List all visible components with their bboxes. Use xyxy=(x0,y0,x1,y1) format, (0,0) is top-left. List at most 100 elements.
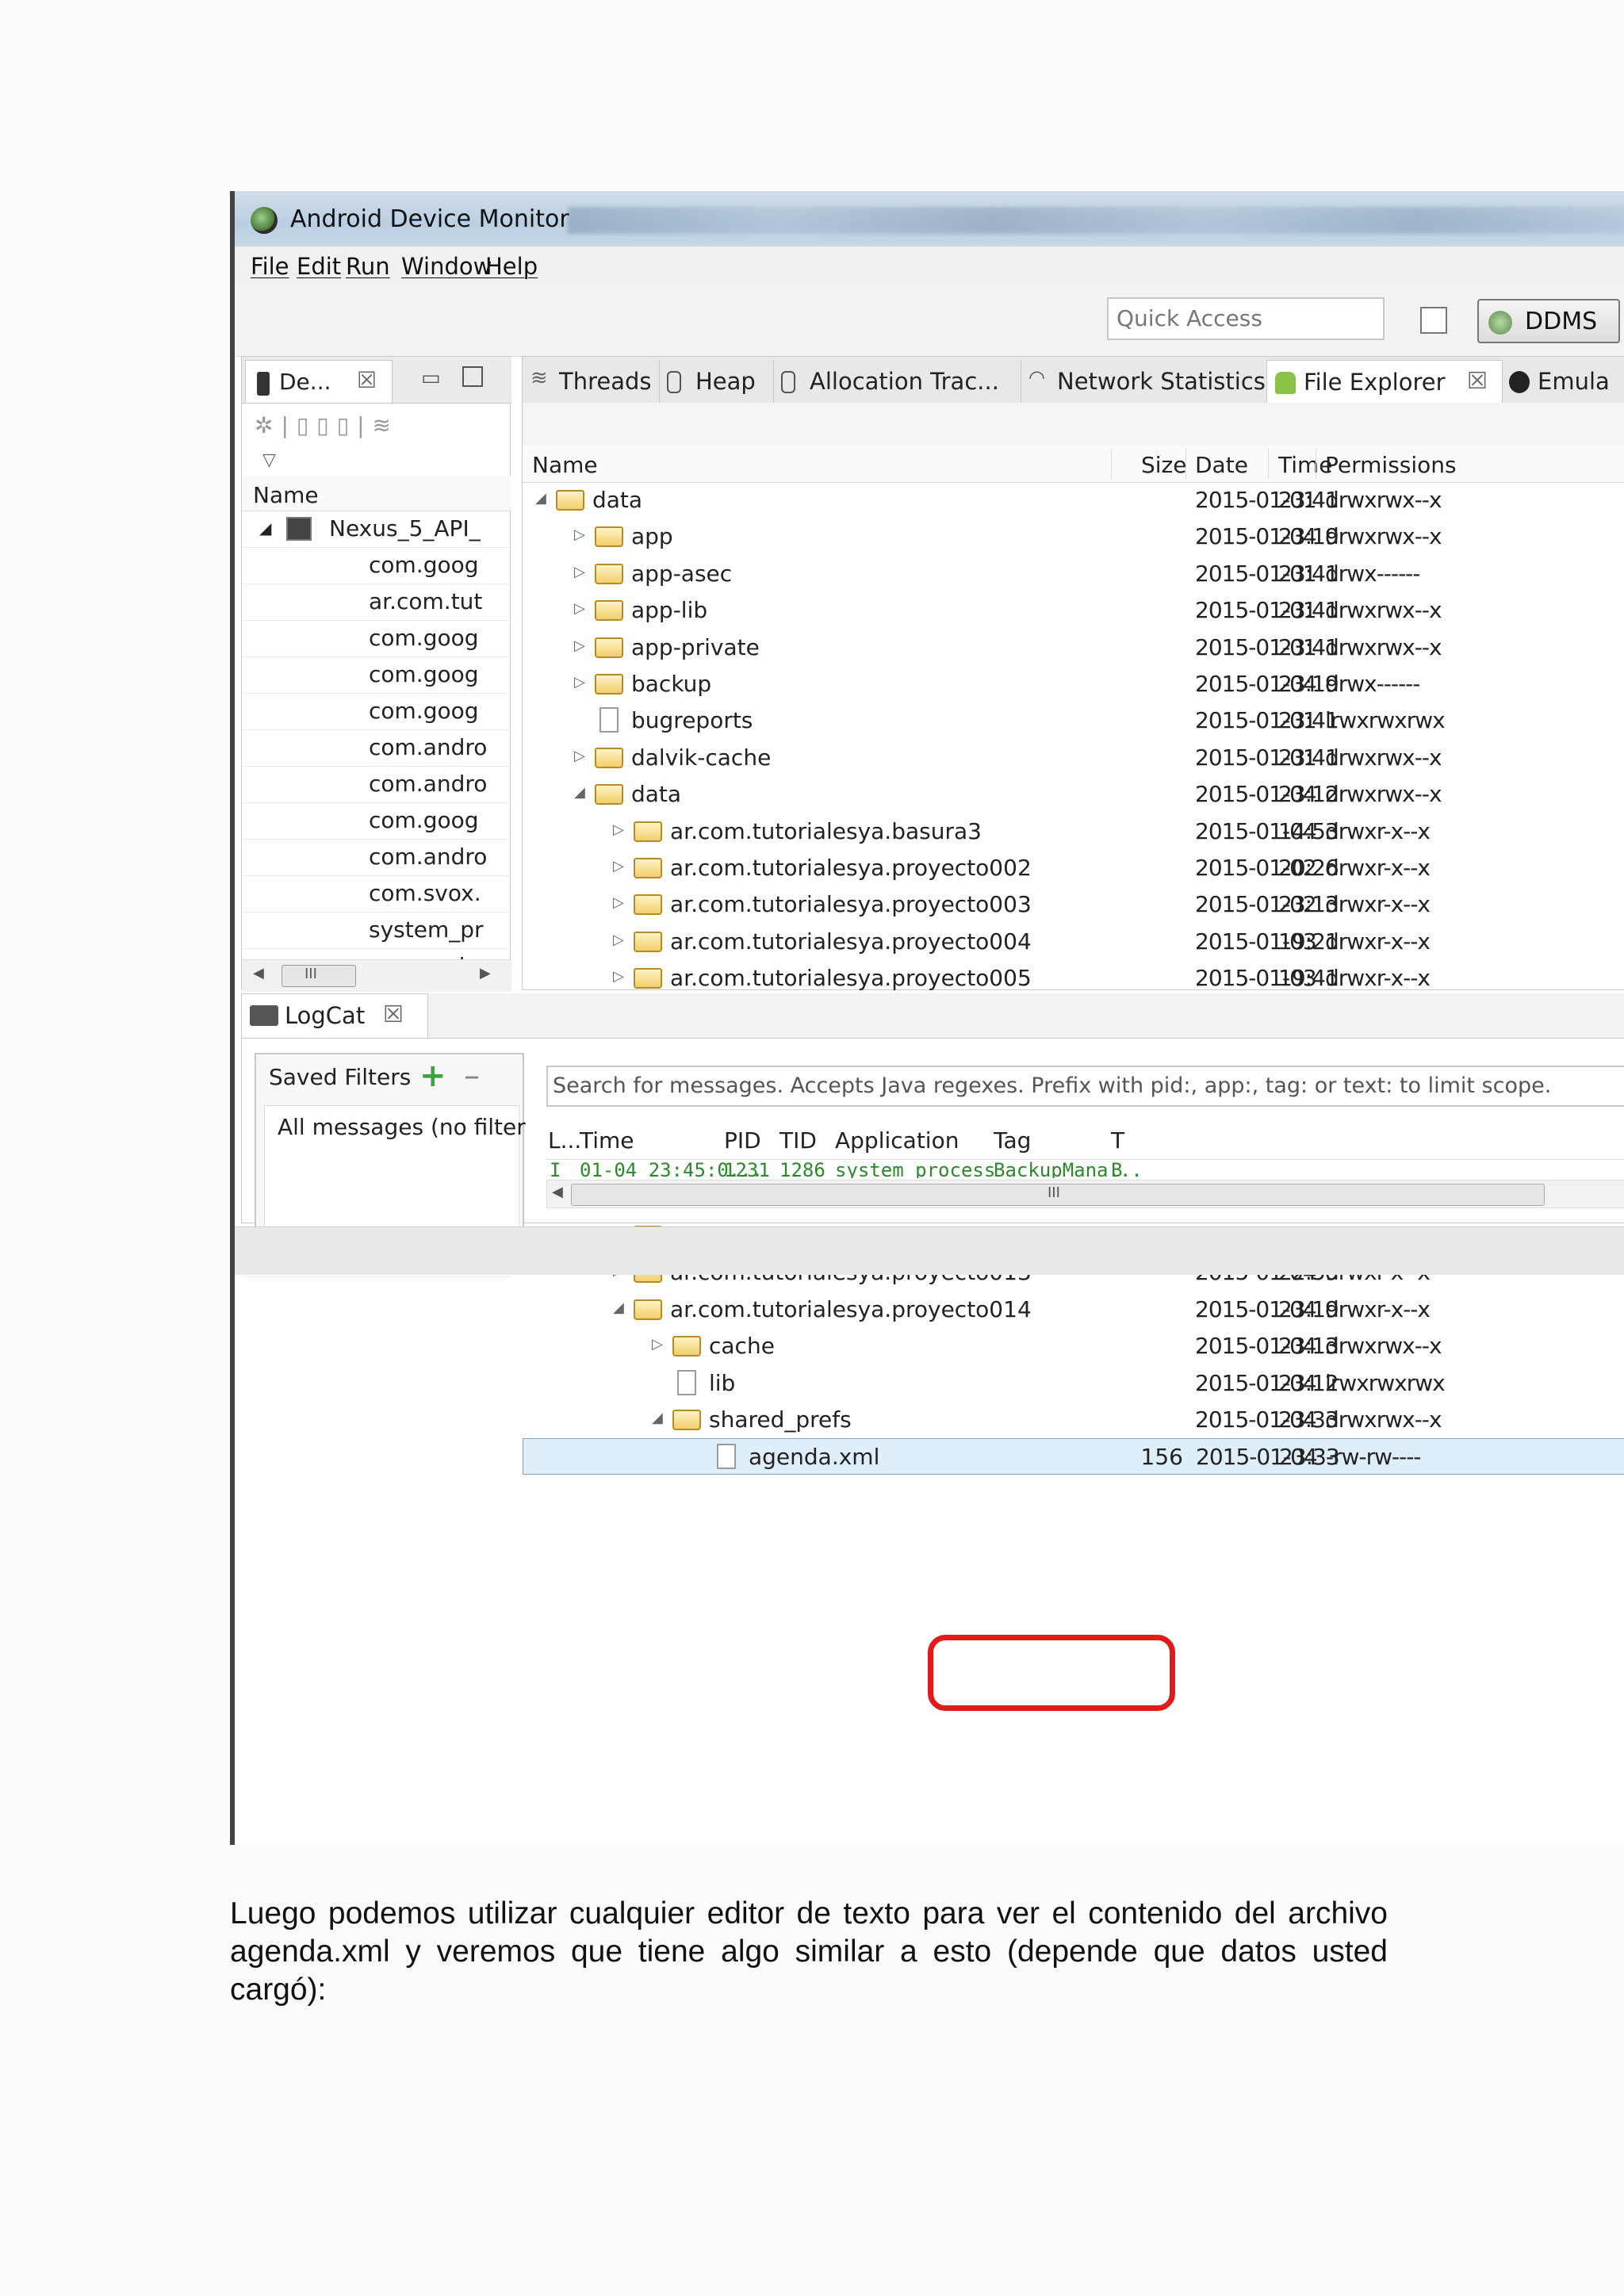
file-permissions: drwxrwx--x xyxy=(1325,523,1442,549)
caption-text: Luego podemos utilizar cualquier editor … xyxy=(230,1896,1388,2007)
folder-row[interactable]: ▷ app-private 2015-01-01 23:41 drwxrwx--x xyxy=(523,629,1624,666)
file-permissions: drwxr-x--x xyxy=(1325,818,1431,844)
expand-icon[interactable]: ▷ xyxy=(574,526,585,543)
process-row[interactable]: com.goog xyxy=(242,802,511,840)
file-row[interactable]: lib 2015-01-04 23:12 lrwxrwxrwx xyxy=(523,1365,1624,1402)
logcat-horizontal-scrollbar[interactable]: ◀ III xyxy=(546,1180,1624,1208)
scroll-thumb[interactable]: III xyxy=(571,1184,1545,1206)
scroll-thumb[interactable]: III xyxy=(282,965,356,987)
file-row[interactable]: bugreports 2015-01-01 23:41 lrwxrwxrwx xyxy=(523,702,1624,739)
devices-tab[interactable]: De... ☒ xyxy=(245,360,393,403)
folder-row[interactable]: ▷ cache 2015-01-04 23:13 drwxrwx--x xyxy=(523,1328,1624,1364)
col-time[interactable]: Time xyxy=(580,1127,634,1154)
col-text[interactable]: T xyxy=(1111,1127,1124,1154)
add-filter-icon[interactable]: + xyxy=(419,1058,446,1094)
tab-heap[interactable]: Heap xyxy=(659,360,774,403)
col-application[interactable]: Application xyxy=(835,1127,959,1154)
collapse-icon[interactable]: ◢ xyxy=(613,1299,624,1316)
folder-row[interactable]: ▷ backup 2015-01-04 23:19 drwx------ xyxy=(523,666,1624,702)
process-row[interactable]: com.andro xyxy=(242,729,511,767)
devices-horizontal-scrollbar[interactable]: ◀ III ▶ xyxy=(242,959,511,992)
maximize-icon[interactable] xyxy=(462,366,483,387)
filter-all-messages[interactable]: All messages (no filter xyxy=(278,1114,526,1140)
view-menu-icon[interactable]: ▽ xyxy=(262,450,276,470)
device-row[interactable]: ◢ Nexus_5_API_ xyxy=(242,511,511,548)
folder-row[interactable]: ▷ ar.com.tutorialesya.proyecto003 2015-01-… xyxy=(523,886,1624,923)
process-row[interactable]: com.goog xyxy=(242,693,511,730)
folder-row[interactable]: ▷ ar.com.tutorialesya.proyecto005 2015-01-… xyxy=(523,960,1624,997)
folder-row[interactable]: ◢ shared_prefs 2015-01-04 23:33 drwxrwx--x xyxy=(523,1402,1624,1438)
process-row[interactable]: com.andro xyxy=(242,766,511,803)
menu-edit[interactable]: Edit xyxy=(297,253,341,280)
expand-icon[interactable]: ▷ xyxy=(574,564,585,580)
remove-filter-icon[interactable]: – xyxy=(464,1058,480,1094)
folder-row[interactable]: ▷ ar.com.tutorialesya.proyecto002 2015-01-… xyxy=(523,850,1624,886)
process-row[interactable]: com.goog xyxy=(242,620,511,657)
folder-row[interactable]: ▷ ar.com.tutorialesya.basura3 2015-01-04 14… xyxy=(523,813,1624,850)
expand-icon[interactable]: ▷ xyxy=(652,1336,663,1353)
collapse-icon[interactable]: ◢ xyxy=(574,784,585,801)
menu-run[interactable]: Run xyxy=(346,253,390,280)
tab-network-statistics[interactable]: ◠ Network Statistics xyxy=(1021,360,1267,403)
folder-row[interactable]: ◢ data 2015-01-04 23:12 drwxrwx--x xyxy=(523,776,1624,813)
process-row[interactable]: ar.com.tut xyxy=(242,584,511,621)
close-icon[interactable]: ☒ xyxy=(357,367,377,393)
expand-icon[interactable]: ▷ xyxy=(613,968,624,985)
folder-row[interactable]: ▷ app-asec 2015-01-01 23:41 drwx------ xyxy=(523,556,1624,592)
tab-emulator-control[interactable]: Emula xyxy=(1501,360,1624,403)
col-tid[interactable]: TID xyxy=(779,1127,817,1154)
process-row[interactable]: com.goog xyxy=(242,656,511,694)
col-date[interactable]: Date xyxy=(1195,452,1248,478)
open-perspective-icon[interactable] xyxy=(1420,307,1447,334)
close-icon[interactable]: ☒ xyxy=(383,1001,404,1027)
scroll-left-icon[interactable]: ◀ xyxy=(552,1184,563,1200)
folder-row[interactable]: ▷ app-lib 2015-01-01 23:41 drwxrwx--x xyxy=(523,592,1624,629)
expand-icon[interactable]: ▷ xyxy=(574,674,585,691)
expand-icon[interactable]: ▷ xyxy=(613,932,624,948)
quick-access-input[interactable]: Quick Access xyxy=(1107,297,1385,340)
ddms-icon xyxy=(1488,311,1512,335)
col-name[interactable]: Name xyxy=(532,452,598,478)
logcat-tab[interactable]: LogCat ☒ xyxy=(241,993,428,1038)
scroll-right-icon[interactable]: ▶ xyxy=(480,965,491,982)
collapse-icon[interactable]: ◢ xyxy=(652,1410,663,1426)
folder-row[interactable]: ▷ dalvik-cache 2015-01-01 23:41 drwxrwx--x xyxy=(523,740,1624,776)
folder-row[interactable]: ◢ ar.com.tutorialesya.proyecto014 2015-01-… xyxy=(523,1292,1624,1328)
process-row[interactable]: com.svox. xyxy=(242,875,511,913)
col-pid[interactable]: PID xyxy=(724,1127,761,1154)
collapse-icon[interactable]: ◢ xyxy=(535,490,546,507)
menu-window[interactable]: Window xyxy=(401,253,492,280)
minimize-icon[interactable]: ▭ xyxy=(421,366,441,390)
scroll-left-icon[interactable]: ◀ xyxy=(253,965,264,982)
logcat-search-input[interactable]: Search for messages. Accepts Java regexe… xyxy=(546,1066,1624,1107)
col-size[interactable]: Size xyxy=(1141,452,1186,478)
ddms-perspective-button[interactable]: DDMS xyxy=(1477,299,1620,343)
menu-help[interactable]: Help xyxy=(485,253,538,280)
expand-icon[interactable]: ▷ xyxy=(613,821,624,838)
tab-threads[interactable]: ≋ Threads xyxy=(523,360,660,403)
expand-icon[interactable]: ▷ xyxy=(574,600,585,617)
process-row[interactable]: com.goog xyxy=(242,547,511,584)
process-row[interactable]: com.andro xyxy=(242,839,511,876)
expand-icon[interactable]: ▷ xyxy=(613,894,624,911)
device-toolbar-icons[interactable]: ✲|▯▯▯|≋ xyxy=(255,412,399,438)
tab-allocation-tracker[interactable]: Allocation Trac... xyxy=(773,360,1021,403)
file-permissions: lrwxrwxrwx xyxy=(1325,707,1446,733)
folder-row[interactable]: ▷ app 2015-01-04 23:19 drwxrwx--x xyxy=(523,519,1624,555)
folder-row[interactable]: ▷ ar.com.tutorialesya.proyecto004 2015-01-… xyxy=(523,924,1624,960)
process-row[interactable]: system_pr xyxy=(242,912,511,949)
col-level[interactable]: L... xyxy=(548,1127,581,1154)
col-tag[interactable]: Tag xyxy=(994,1127,1031,1154)
file-row[interactable]: agenda.xml 156 2015-01-04 23:33 -rw-rw---- xyxy=(523,1438,1624,1475)
expand-icon[interactable]: ▷ xyxy=(613,858,624,874)
tab-file-explorer[interactable]: File Explorer ☒ xyxy=(1266,360,1503,404)
logcat-row[interactable]: I 01-04 23:45:0... 1231 1286 system_proc… xyxy=(546,1159,1624,1178)
close-icon[interactable]: ☒ xyxy=(1467,367,1488,394)
col-permissions[interactable]: Permissions xyxy=(1325,452,1457,478)
folder-row[interactable]: ◢ data 2015-01-01 23:41 drwxrwx--x xyxy=(523,482,1624,519)
menu-file[interactable]: File xyxy=(251,253,289,280)
expand-icon[interactable]: ▷ xyxy=(574,748,585,764)
expand-icon[interactable]: ◢ xyxy=(259,519,271,538)
caption-paragraph: Luego podemos utilizar cualquier editor … xyxy=(230,1895,1388,2009)
expand-icon[interactable]: ▷ xyxy=(574,637,585,654)
